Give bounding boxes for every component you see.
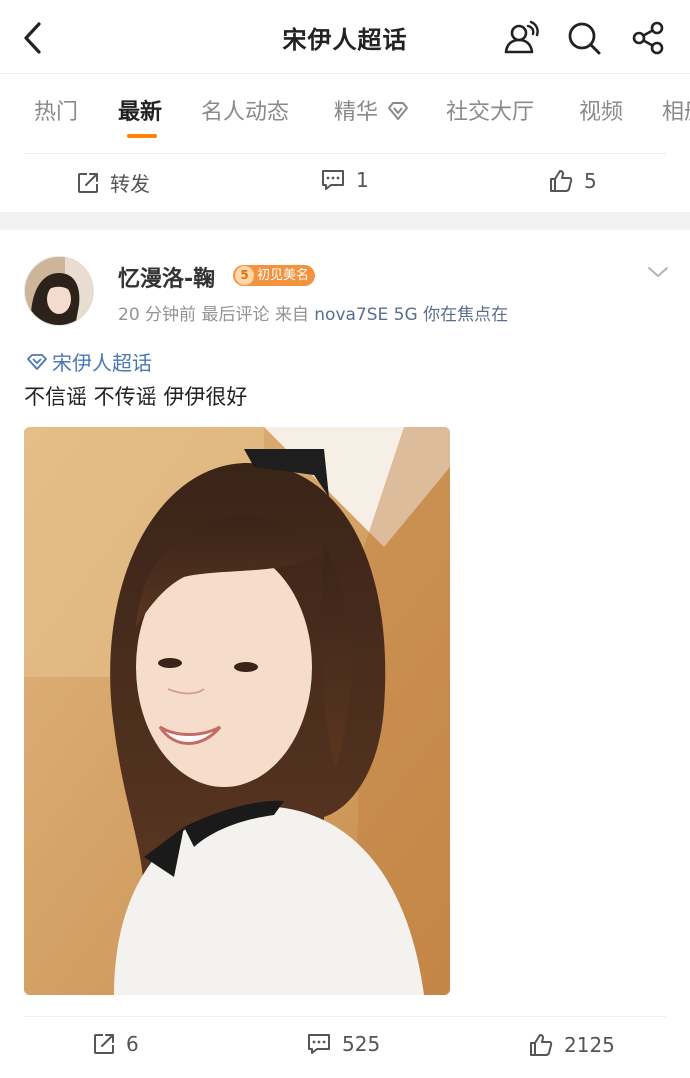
tab-album[interactable]: 相册 (662, 94, 690, 126)
search-icon (568, 22, 601, 55)
source-prefix: 来自 (274, 305, 309, 325)
feed-separator (0, 212, 690, 230)
tab-featured[interactable]: 精华 (334, 94, 410, 126)
badge-level: 5 (235, 266, 254, 285)
share-icon (632, 21, 664, 55)
active-tab-indicator (127, 134, 157, 138)
like-count: 2125 (564, 1033, 615, 1057)
more-options-button[interactable] (646, 262, 670, 282)
repost-icon (94, 1034, 114, 1054)
tab-latest[interactable]: 最新 (118, 94, 162, 126)
divider (24, 1016, 666, 1017)
search-button[interactable] (564, 18, 604, 58)
tab-celebrity-updates[interactable]: 名人动态 (201, 94, 289, 126)
comment-count: 525 (342, 1032, 381, 1056)
top-nav-bar: 宋伊人超话 (0, 0, 690, 74)
tab-featured-label: 精华 (334, 100, 379, 125)
repost-icon (78, 172, 98, 193)
post-text: 不信谣 不传谣 伊伊很好 (24, 385, 248, 409)
repost-count: 6 (126, 1032, 139, 1056)
post-meta: 20 分钟前 最后评论 来自 nova7SE 5G 你在焦点在 (118, 300, 508, 325)
badge-label: 初见美名 (257, 268, 310, 283)
diamond-icon (27, 353, 47, 370)
prev-repost-button[interactable]: 转发 (76, 168, 150, 197)
people-icon (504, 20, 539, 54)
prev-like-count: 5 (584, 169, 597, 193)
tab-bar: 热门 最新 名人动态 精华 社交大厅 视频 相册 (0, 74, 690, 154)
post-source[interactable]: nova7SE 5G 你在焦点在 (314, 305, 508, 325)
comment-button[interactable]: 525 (306, 1032, 380, 1056)
post-time: 20 分钟前 (118, 305, 197, 325)
prev-post-action-bar: 转发 1 5 (0, 154, 690, 212)
like-icon (550, 170, 573, 192)
avatar-image (25, 257, 93, 325)
diamond-icon (388, 102, 409, 120)
prev-like-button[interactable]: 5 (548, 168, 597, 194)
chevron-down-icon (648, 267, 668, 277)
like-icon (530, 1034, 553, 1056)
repost-button[interactable]: 6 (92, 1032, 139, 1056)
user-badge[interactable]: 5 初见美名 (233, 265, 316, 286)
username[interactable]: 忆漫洛-鞠 (118, 261, 215, 293)
prev-repost-label: 转发 (110, 172, 150, 196)
post-photo[interactable] (24, 427, 450, 995)
share-button[interactable] (628, 18, 668, 58)
prev-comment-button[interactable]: 1 (320, 168, 369, 192)
people-button[interactable] (502, 18, 542, 58)
topic-label: 宋伊人超话 (52, 351, 152, 375)
topic-link[interactable]: 宋伊人超话 (26, 347, 152, 376)
like-button[interactable]: 2125 (528, 1032, 615, 1058)
avatar[interactable] (24, 256, 94, 326)
comment-icon (308, 1034, 330, 1054)
tab-video[interactable]: 视频 (579, 94, 623, 126)
prev-comment-count: 1 (356, 168, 369, 192)
post-photo-image (24, 427, 450, 995)
last-comment-label: 最后评论 (201, 305, 270, 325)
post-action-bar: 6 525 2125 (0, 1018, 690, 1076)
tab-social-hall[interactable]: 社交大厅 (446, 94, 534, 126)
comment-icon (322, 170, 344, 190)
tab-hot[interactable]: 热门 (34, 94, 78, 126)
